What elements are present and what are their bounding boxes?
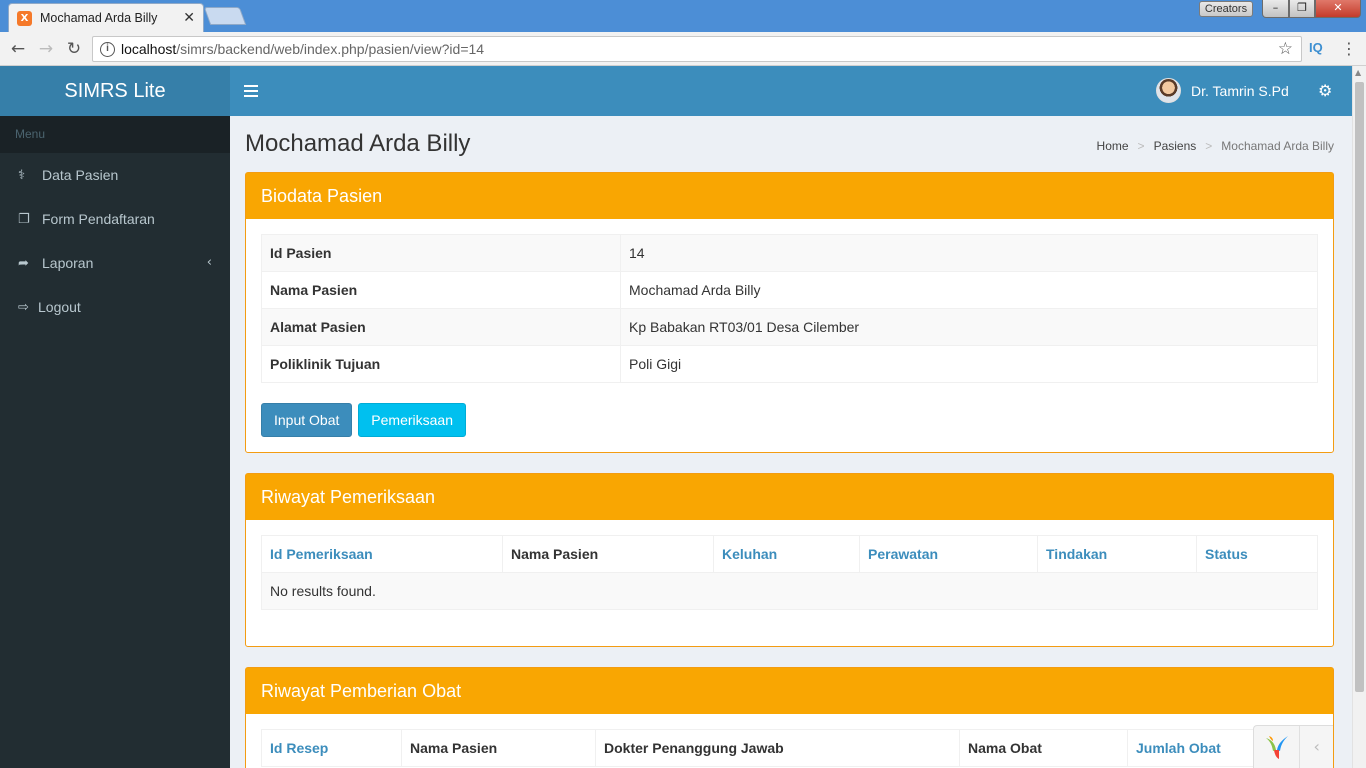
breadcrumb-separator: > (1205, 139, 1213, 153)
app-logo[interactable]: SIMRS Lite (0, 66, 230, 116)
biodata-table: Id Pasien 14 Nama Pasien Mochamad Arda B… (261, 234, 1318, 383)
page-scrollbar[interactable]: ▲ (1352, 66, 1366, 768)
breadcrumb-separator: > (1137, 139, 1145, 153)
tab-close-icon[interactable]: ✕ (183, 10, 195, 26)
column-header-keluhan[interactable]: Keluhan (713, 535, 860, 573)
window-minimize-button[interactable]: – (1262, 0, 1289, 18)
scroll-thumb[interactable] (1355, 82, 1364, 692)
tab-title: Mochamad Arda Billy (40, 11, 158, 25)
pemeriksaan-button[interactable]: Pemeriksaan (358, 403, 466, 437)
url-text: localhost/simrs/backend/web/index.php/pa… (121, 41, 485, 57)
breadcrumb: Home > Pasiens > Mochamad Arda Billy (1097, 139, 1334, 153)
extension-iq-icon[interactable]: IQ (1309, 40, 1323, 55)
column-header-nama-pasien: Nama Pasien (401, 729, 596, 767)
row-value: Kp Babakan RT03/01 Desa Cilember (620, 308, 1318, 346)
obat-title: Riwayat Pemberian Obat (246, 668, 1333, 714)
column-header-id-pemeriksaan[interactable]: Id Pemeriksaan (261, 535, 503, 573)
info-icon[interactable]: i (100, 41, 115, 57)
table-header-row: Id Pemeriksaan Nama Pasien Keluhan Peraw… (261, 535, 1318, 573)
copy-icon: ❐ (18, 211, 30, 227)
sidebar-item-label: Data Pasien (42, 167, 119, 183)
row-value: 14 (620, 234, 1318, 272)
pemeriksaan-title: Riwayat Pemeriksaan (246, 474, 1333, 520)
yii-logo-icon[interactable] (1254, 726, 1301, 768)
browser-toolbar: ← → ↻ i localhost/simrs/backend/web/inde… (0, 32, 1366, 66)
pemeriksaan-body: Id Pemeriksaan Nama Pasien Keluhan Peraw… (246, 520, 1333, 625)
empty-message: No results found. (261, 572, 1318, 610)
row-label: Nama Pasien (261, 271, 621, 309)
scroll-up-arrow-icon[interactable]: ▲ (1355, 68, 1361, 77)
avatar (1156, 78, 1181, 103)
user-name: Dr. Tamrin S.Pd (1191, 82, 1289, 99)
row-label: Poliklinik Tujuan (261, 345, 621, 383)
row-label: Id Pasien (261, 234, 621, 272)
biodata-title: Biodata Pasien (246, 173, 1333, 219)
new-tab-button[interactable] (203, 7, 247, 25)
sign-out-icon: ⇨ (18, 299, 29, 315)
content-wrapper: Mochamad Arda Billy Home > Pasiens > Moc… (230, 116, 1352, 768)
riwayat-pemeriksaan-box: Riwayat Pemeriksaan Id Pemeriksaan Nama … (245, 473, 1334, 647)
breadcrumb-home[interactable]: Home (1097, 139, 1129, 153)
row-label: Alamat Pasien (261, 308, 621, 346)
window-maximize-button[interactable]: ❐ (1289, 0, 1315, 18)
breadcrumb-pasiens[interactable]: Pasiens (1154, 139, 1197, 153)
app-header: SIMRS Lite Dr. Tamrin S.Pd ⚙ (0, 66, 1352, 116)
table-header-row: Id Resep Nama Pasien Dokter Penanggung J… (261, 729, 1318, 767)
browser-menu-icon[interactable]: ⋮ (1341, 39, 1357, 58)
gears-icon[interactable]: ⚙ (1318, 81, 1332, 100)
column-header-id-resep[interactable]: Id Resep (261, 729, 402, 767)
share-icon: ➦ (18, 255, 29, 271)
sidebar: Menu ⚕ Data Pasien ❐ Form Pendaftaran ➦ … (0, 116, 230, 768)
pemeriksaan-table: Id Pemeriksaan Nama Pasien Keluhan Peraw… (261, 535, 1318, 610)
user-menu[interactable]: Dr. Tamrin S.Pd (1156, 78, 1289, 103)
sidebar-item-laporan[interactable]: ➦ Laporan ‹ (0, 241, 230, 285)
breadcrumb-current: Mochamad Arda Billy (1221, 139, 1334, 153)
creators-badge[interactable]: Creators (1199, 1, 1253, 17)
page-title: Mochamad Arda Billy (245, 130, 471, 157)
column-header-perawatan[interactable]: Perawatan (859, 535, 1038, 573)
address-bar[interactable]: i localhost/simrs/backend/web/index.php/… (92, 36, 1302, 62)
sidebar-item-label: Logout (38, 299, 81, 315)
table-row: Nama Pasien Mochamad Arda Billy (261, 271, 1318, 309)
column-header-nama-obat: Nama Obat (959, 729, 1128, 767)
sidebar-item-label: Form Pendaftaran (42, 211, 155, 227)
back-arrow-icon[interactable]: ← (6, 37, 30, 61)
table-row: Alamat Pasien Kp Babakan RT03/01 Desa Ci… (261, 308, 1318, 346)
sidebar-item-logout[interactable]: ⇨ Logout (0, 285, 230, 329)
reload-icon[interactable]: ↻ (62, 37, 86, 61)
column-header-status[interactable]: Status (1196, 535, 1318, 573)
row-value: Poli Gigi (620, 345, 1318, 383)
window-close-button[interactable]: ✕ (1315, 0, 1361, 18)
sidebar-item-label: Laporan (42, 255, 94, 271)
column-header-dokter: Dokter Penanggung Jawab (595, 729, 960, 767)
riwayat-obat-box: Riwayat Pemberian Obat Id Resep Nama Pas… (245, 667, 1334, 768)
input-obat-button[interactable]: Input Obat (261, 403, 353, 437)
forward-arrow-icon[interactable]: → (34, 37, 58, 61)
obat-body: Id Resep Nama Pasien Dokter Penanggung J… (246, 714, 1333, 768)
sidebar-item-form-pendaftaran[interactable]: ❐ Form Pendaftaran (0, 197, 230, 241)
sidebar-item-data-pasien[interactable]: ⚕ Data Pasien (0, 153, 230, 197)
browser-tab[interactable]: X Mochamad Arda Billy ✕ (8, 3, 204, 32)
table-row: Id Pasien 14 (261, 234, 1318, 272)
yii-debug-toolbar[interactable]: ‹ (1253, 725, 1333, 768)
browser-tabstrip: X Mochamad Arda Billy ✕ Creators – ❐ ✕ (0, 0, 1366, 32)
bookmark-star-icon[interactable]: ☆ (1278, 39, 1293, 59)
chevron-left-icon[interactable]: ‹ (1300, 726, 1333, 768)
chevron-left-icon: ‹ (206, 255, 212, 270)
row-value: Mochamad Arda Billy (620, 271, 1318, 309)
biodata-box: Biodata Pasien Id Pasien 14 Nama Pasien … (245, 172, 1334, 453)
column-header-tindakan[interactable]: Tindakan (1037, 535, 1197, 573)
biodata-body: Id Pasien 14 Nama Pasien Mochamad Arda B… (246, 219, 1333, 452)
table-row: Poliklinik Tujuan Poli Gigi (261, 345, 1318, 383)
sidebar-toggle-icon[interactable] (244, 82, 258, 100)
obat-table: Id Resep Nama Pasien Dokter Penanggung J… (261, 729, 1318, 767)
table-row: No results found. (261, 572, 1318, 610)
sidebar-header: Menu (0, 116, 230, 153)
biodata-actions: Input Obat Pemeriksaan (261, 403, 1318, 437)
xampp-favicon-icon: X (17, 10, 32, 26)
column-header-nama-pasien: Nama Pasien (502, 535, 714, 573)
stethoscope-icon: ⚕ (18, 167, 26, 183)
